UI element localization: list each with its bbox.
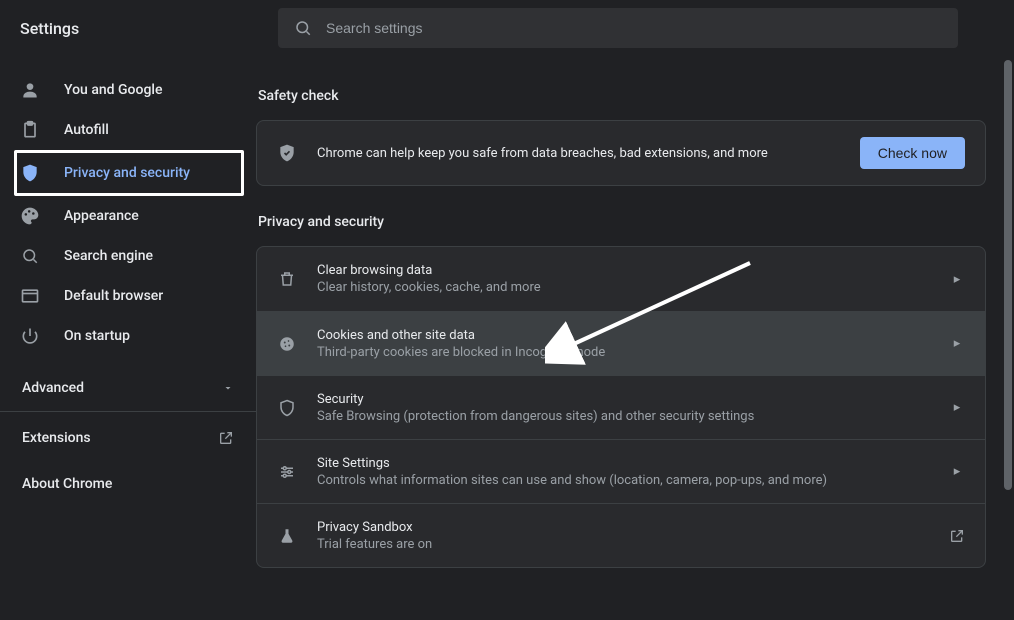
row-subtitle: Safe Browsing (protection from dangerous… — [317, 409, 929, 424]
search-icon — [294, 19, 312, 37]
row-title: Privacy Sandbox — [317, 520, 929, 535]
row-title: Cookies and other site data — [317, 328, 929, 343]
chevron-right-icon: ▸ — [949, 272, 965, 287]
privacy-security-card: Clear browsing data Clear history, cooki… — [256, 246, 986, 568]
sidebar-item-label: Autofill — [64, 122, 109, 138]
sidebar-item-search-engine[interactable]: Search engine — [0, 236, 256, 276]
browser-icon — [20, 286, 40, 306]
scrollbar[interactable] — [1004, 60, 1012, 490]
chevron-right-icon: ▸ — [949, 464, 965, 479]
row-subtitle: Clear history, cookies, cache, and more — [317, 280, 929, 295]
extensions-label: Extensions — [22, 430, 91, 446]
tune-icon — [277, 462, 297, 482]
power-icon — [20, 326, 40, 346]
palette-icon — [20, 206, 40, 226]
sidebar: You and Google Autofill Privacy and secu… — [0, 56, 256, 620]
search-bar[interactable] — [278, 8, 958, 48]
sidebar-item-autofill[interactable]: Autofill — [0, 110, 256, 150]
shield-icon — [277, 398, 297, 418]
sidebar-item-label: Appearance — [64, 208, 139, 224]
sidebar-item-on-startup[interactable]: On startup — [0, 316, 256, 356]
flask-icon — [277, 526, 297, 546]
sidebar-item-you-and-google[interactable]: You and Google — [0, 70, 256, 110]
page-title: Settings — [20, 19, 278, 38]
safety-check-text: Chrome can help keep you safe from data … — [317, 146, 840, 161]
content-area: Safety check Chrome can help keep you sa… — [256, 56, 1014, 620]
chevron-right-icon: ▸ — [949, 400, 965, 415]
row-security[interactable]: Security Safe Browsing (protection from … — [257, 375, 985, 439]
sidebar-item-label: On startup — [64, 328, 130, 344]
sidebar-item-privacy-security[interactable]: Privacy and security — [14, 150, 244, 196]
about-label: About Chrome — [22, 476, 112, 492]
row-site-settings[interactable]: Site Settings Controls what information … — [257, 439, 985, 503]
sidebar-item-label: Search engine — [64, 248, 153, 264]
external-link-icon — [218, 430, 234, 446]
sidebar-item-appearance[interactable]: Appearance — [0, 196, 256, 236]
safety-check-title: Safety check — [258, 88, 986, 104]
row-title: Clear browsing data — [317, 263, 929, 278]
search-icon — [20, 246, 40, 266]
person-icon — [20, 80, 40, 100]
safety-check-card: Chrome can help keep you safe from data … — [256, 120, 986, 186]
row-clear-browsing-data[interactable]: Clear browsing data Clear history, cooki… — [257, 247, 985, 311]
shield-icon — [20, 163, 40, 183]
row-cookies[interactable]: Cookies and other site data Third-party … — [257, 311, 985, 375]
search-input[interactable] — [326, 20, 942, 36]
cookie-icon — [277, 334, 297, 354]
shield-check-icon — [277, 143, 297, 163]
advanced-label: Advanced — [22, 380, 84, 396]
privacy-security-title: Privacy and security — [258, 214, 986, 230]
sidebar-item-label: You and Google — [64, 82, 162, 98]
sidebar-about[interactable]: About Chrome — [0, 464, 256, 504]
row-subtitle: Trial features are on — [317, 537, 929, 552]
row-subtitle: Controls what information sites can use … — [317, 473, 929, 488]
sidebar-item-label: Default browser — [64, 288, 163, 304]
sidebar-advanced[interactable]: Advanced — [0, 364, 256, 412]
row-title: Security — [317, 392, 929, 407]
chevron-right-icon: ▸ — [949, 336, 965, 351]
row-subtitle: Third-party cookies are blocked in Incog… — [317, 345, 929, 360]
check-now-button[interactable]: Check now — [860, 137, 965, 169]
clipboard-icon — [20, 120, 40, 140]
trash-icon — [277, 269, 297, 289]
sidebar-item-label: Privacy and security — [64, 165, 190, 181]
sidebar-item-default-browser[interactable]: Default browser — [0, 276, 256, 316]
external-link-icon — [949, 528, 965, 544]
row-title: Site Settings — [317, 456, 929, 471]
chevron-down-icon — [222, 382, 234, 394]
row-privacy-sandbox[interactable]: Privacy Sandbox Trial features are on — [257, 503, 985, 567]
sidebar-extensions[interactable]: Extensions — [0, 418, 256, 458]
